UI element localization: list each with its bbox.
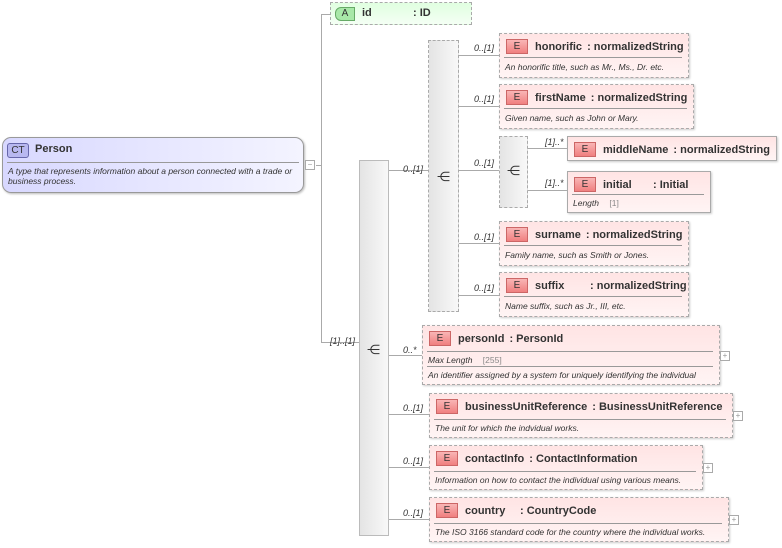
element-name: country (465, 504, 506, 517)
element-name: suffix (535, 279, 565, 292)
element-middleName[interactable]: EmiddleName : normalizedString (567, 136, 777, 161)
element-badge: E (429, 331, 451, 346)
element-businessUnitReference[interactable]: EbusinessUnitReference : BusinessUnitRefe… (429, 393, 733, 438)
ct-badge: CT (7, 143, 29, 158)
element-type: : normalizedString (590, 279, 687, 292)
sequence-icon: ⋲ (437, 169, 450, 184)
element-type: : CountryCode (520, 504, 597, 517)
element-name: surname (535, 228, 581, 241)
expand-button[interactable]: + (729, 515, 739, 525)
multiplicity: 0..[1] (474, 43, 495, 53)
multiplicity-inner: 0..[1] (403, 164, 424, 174)
expand-button[interactable]: + (720, 351, 730, 361)
multiplicity: 0..[1] (474, 232, 495, 242)
sequence-icon: ⋲ (367, 342, 380, 357)
element-badge: E (506, 90, 528, 105)
element-doc: An identifier assigned by a system for u… (428, 370, 696, 380)
element-type: : normalizedString (673, 143, 770, 156)
facet-label: Length (573, 198, 599, 208)
element-name: contactInfo (465, 452, 525, 465)
element-badge: E (506, 227, 528, 242)
facet-value: [1] (609, 198, 619, 208)
multiplicity: 0..[1] (403, 456, 424, 466)
element-contactInfo[interactable]: EcontactInfo : ContactInformation Informat… (429, 445, 703, 490)
element-suffix[interactable]: Esuffix : normalizedString Name suffix, su… (499, 272, 689, 317)
element-doc: The unit for which the indvidual works. (435, 423, 580, 433)
attribute-badge: A (335, 7, 355, 21)
facet-label: Max Length (428, 355, 473, 365)
element-personId[interactable]: EpersonId : PersonId Max Length [255] An id… (422, 325, 720, 385)
element-initial[interactable]: Einitial : Initial Length [1] (567, 171, 711, 213)
attribute-type: : ID (413, 7, 431, 19)
element-type: : normalizedString (587, 40, 684, 53)
type-doc: A type that represents information about… (8, 166, 293, 186)
multiplicity-outer: [1]..[1] (330, 336, 356, 346)
element-badge: E (436, 451, 458, 466)
multiplicity-choice: 0..[1] (474, 158, 495, 168)
sequence-icon: ⋲ (507, 163, 520, 178)
element-badge: E (574, 142, 596, 157)
element-badge: E (506, 39, 528, 54)
element-type: : normalizedString (590, 91, 688, 104)
multiplicity: 0..[1] (474, 94, 495, 104)
name-sequence[interactable]: ⋲ (499, 136, 528, 208)
multiplicity: [1]..* (545, 137, 564, 147)
expand-button[interactable]: + (733, 411, 743, 421)
element-doc: Given name, such as John or Mary. (505, 113, 639, 123)
attribute-id[interactable]: A id : ID (330, 2, 472, 25)
element-badge: E (574, 177, 596, 192)
facet-value: [255] (482, 355, 502, 365)
element-doc: Name suffix, such as Jr., III, etc. (505, 301, 626, 311)
element-badge: E (436, 503, 458, 518)
element-name: personId (458, 332, 505, 345)
element-name: middleName (603, 143, 669, 156)
element-firstName[interactable]: EfirstName : normalizedString Given name, … (499, 84, 694, 129)
inner-sequence[interactable]: ⋲ (428, 40, 459, 312)
multiplicity: 0..[1] (403, 508, 424, 518)
element-doc: Information on how to contact the indivi… (435, 475, 682, 485)
element-doc: Family name, such as Smith or Jones. (505, 250, 650, 260)
multiplicity: 0..* (403, 345, 417, 355)
element-name: firstName (535, 91, 586, 104)
complex-type-person[interactable]: CT Person A type that represents informa… (2, 137, 304, 193)
outer-sequence[interactable]: ⋲ (359, 160, 389, 536)
attribute-name: id (362, 7, 372, 19)
element-name: honorific (535, 40, 583, 53)
element-name: businessUnitReference (465, 400, 588, 413)
element-type: : PersonId (509, 332, 564, 345)
element-badge: E (436, 399, 458, 414)
element-country[interactable]: Ecountry : CountryCode The ISO 3166 standa… (429, 497, 729, 542)
element-honorific[interactable]: Ehonorific : normalizedString An honorific… (499, 33, 689, 78)
element-type: : normalizedString (585, 228, 683, 241)
element-badge: E (506, 278, 528, 293)
element-name: initial (603, 178, 632, 191)
element-type: : Initial (653, 178, 689, 191)
collapse-button[interactable]: − (305, 160, 315, 170)
multiplicity: 0..[1] (474, 283, 495, 293)
element-doc: The ISO 3166 standard code for the count… (435, 527, 706, 537)
multiplicity: [1]..* (545, 178, 564, 188)
element-type: : ContactInformation (529, 452, 638, 465)
element-doc: An honorific title, such as Mr., Ms., Dr… (505, 62, 665, 72)
element-surname[interactable]: Esurname : normalizedString Family name, s… (499, 221, 689, 266)
expand-button[interactable]: + (703, 463, 713, 473)
type-name: Person (35, 143, 73, 155)
multiplicity: 0..[1] (403, 403, 424, 413)
element-type: : BusinessUnitReference (592, 400, 723, 413)
